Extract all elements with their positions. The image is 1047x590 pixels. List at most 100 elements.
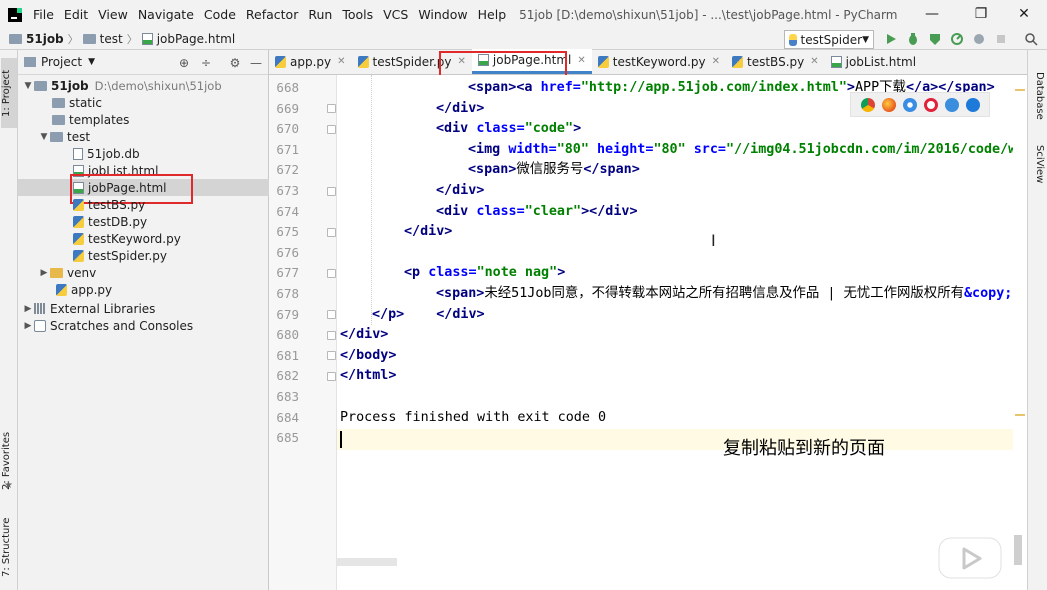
fold-marker-icon[interactable]	[327, 351, 336, 360]
close-icon[interactable]: ✕	[337, 56, 345, 67]
line-number: 683	[276, 389, 299, 404]
fold-marker-icon[interactable]	[327, 104, 336, 113]
tab-testbs-py[interactable]: testBS.py ✕	[726, 49, 825, 74]
minimize-button[interactable]: —	[909, 0, 955, 29]
safari-icon[interactable]	[902, 97, 917, 112]
tree-item-label: 51job	[51, 78, 89, 93]
code-token: </body>	[340, 347, 397, 363]
structure-tool-tab[interactable]: 7: Structure	[1, 508, 17, 586]
close-icon[interactable]: ✕	[577, 55, 585, 66]
code-line-679: </p> </div>	[340, 305, 485, 326]
fold-marker-icon[interactable]	[327, 331, 336, 340]
database-tool-tab[interactable]: Database	[1031, 72, 1045, 122]
menu-run[interactable]: Run	[303, 0, 337, 29]
horizontal-scrollbar[interactable]	[337, 558, 397, 566]
menu-edit[interactable]: Edit	[59, 0, 93, 29]
fold-marker-icon[interactable]	[327, 269, 336, 278]
collapse-all-icon[interactable]: ÷	[199, 56, 213, 70]
code-line-684: Process finished with exit code 0	[340, 408, 606, 429]
menu-vcs[interactable]: VCS	[378, 0, 413, 29]
run-configuration-select[interactable]: testSpider ▼	[784, 30, 874, 49]
chevron-down-icon: ▼	[862, 34, 869, 45]
code-token: >	[557, 265, 566, 281]
hide-icon[interactable]: —	[249, 56, 263, 70]
tree-item-venv[interactable]: ▶ venv	[18, 264, 269, 281]
stop-icon[interactable]	[994, 32, 1008, 46]
tree-item-testspider-py[interactable]: testSpider.py	[18, 247, 269, 264]
tab-testkeyword-py[interactable]: testKeyword.py ✕	[592, 49, 726, 74]
fold-marker-icon[interactable]	[327, 372, 336, 381]
tree-item-label: Scratches and Consoles	[50, 318, 194, 333]
chevron-down-icon[interactable]: ▼	[88, 57, 95, 67]
breadcrumb-root[interactable]: 51job	[6, 32, 67, 46]
fold-marker-icon[interactable]	[327, 125, 336, 134]
menu-window[interactable]: Window	[413, 0, 472, 29]
close-button[interactable]: ✕	[1001, 0, 1047, 29]
code-token: "//img04.51jobcdn.com/im/2016/code/wel	[726, 141, 1023, 157]
error-stripe[interactable]	[1013, 75, 1027, 590]
breadcrumb-file[interactable]: jobPage.html	[139, 32, 239, 46]
menu-tools[interactable]: Tools	[337, 0, 378, 29]
breadcrumb-test[interactable]: test	[80, 32, 126, 46]
close-icon[interactable]: ✕	[712, 56, 720, 67]
tree-item-root[interactable]: ▼ 51job D:\demo\shixun\51job	[18, 77, 269, 94]
fold-marker-icon[interactable]	[327, 310, 336, 319]
open-in-browser-popup	[850, 92, 990, 117]
menu-file[interactable]: File	[28, 0, 59, 29]
code-token: <span>	[436, 286, 485, 301]
firefox-icon[interactable]	[881, 97, 896, 112]
window-title: 51job [D:\demo\shixun\51job] - ...\test\…	[519, 7, 898, 22]
project-panel-title[interactable]: Project	[41, 55, 82, 69]
collapsed-arrow-icon: ▶	[24, 320, 32, 331]
tab-app-py[interactable]: app.py ✕	[269, 49, 352, 74]
tree-item-templates[interactable]: templates	[18, 111, 269, 128]
internet-explorer-icon[interactable]	[944, 97, 959, 112]
close-icon[interactable]: ✕	[810, 56, 818, 67]
warning-marker[interactable]	[1015, 89, 1025, 91]
tree-item-testdb-py[interactable]: testDB.py	[18, 213, 269, 230]
tree-item-app-py[interactable]: app.py	[18, 281, 269, 298]
edge-icon[interactable]	[965, 97, 980, 112]
search-icon[interactable]	[1024, 32, 1038, 46]
gear-icon[interactable]: ⚙	[228, 56, 242, 70]
profile-icon[interactable]	[950, 32, 964, 46]
debug-icon[interactable]	[906, 32, 920, 46]
code-token: "clear"	[524, 203, 582, 219]
python-file-icon	[732, 55, 744, 68]
tab-label: jobList.html	[845, 54, 917, 69]
tree-item-testkeyword-py[interactable]: testKeyword.py	[18, 230, 269, 247]
menu-help[interactable]: Help	[473, 0, 512, 29]
warning-marker[interactable]	[1015, 414, 1025, 416]
project-tool-tab[interactable]: 1: Project	[1, 58, 17, 128]
concurrency-icon[interactable]	[972, 32, 986, 46]
fold-marker-icon[interactable]	[327, 228, 336, 237]
line-number: 671	[276, 141, 299, 157]
locate-icon[interactable]: ⊕	[177, 56, 191, 70]
menu-view[interactable]: View	[93, 0, 133, 29]
run-icon[interactable]	[884, 32, 898, 46]
opera-icon[interactable]	[923, 97, 938, 112]
fold-marker-icon[interactable]	[327, 187, 336, 196]
tree-item-51job-db[interactable]: 51job.db	[18, 145, 269, 162]
tab-joblist-html[interactable]: jobList.html	[825, 49, 922, 74]
tree-item-scratches[interactable]: ▶ Scratches and Consoles	[18, 317, 269, 334]
menu-navigate[interactable]: Navigate	[133, 0, 199, 29]
sciview-tool-tab[interactable]: SciView	[1031, 145, 1045, 193]
tree-item-label: test	[67, 129, 91, 144]
vertical-scrollbar[interactable]	[1014, 535, 1022, 565]
menu-code[interactable]: Code	[199, 0, 241, 29]
chrome-icon[interactable]	[860, 97, 875, 112]
tree-item-external-libraries[interactable]: ▶ External Libraries	[18, 300, 269, 317]
maximize-button[interactable]: ❐	[958, 0, 1004, 29]
tree-item-static[interactable]: static	[18, 94, 269, 111]
mouse-cursor-ibeam-icon: I	[711, 231, 716, 250]
line-number-gutter: 668 669 670 671 672 673 674 675 676 677 …	[269, 75, 337, 590]
tree-item-testbs-py[interactable]: testBS.py	[18, 196, 269, 213]
tree-item-test[interactable]: ▼ test	[18, 128, 269, 145]
menu-refactor[interactable]: Refactor	[241, 0, 303, 29]
python-file-icon	[56, 283, 67, 296]
star-icon: ★	[4, 480, 13, 491]
code-editor[interactable]: <span><a href="http://app.51job.com/inde…	[337, 75, 1023, 590]
coverage-icon[interactable]	[928, 32, 942, 46]
code-line-682: </html>	[340, 366, 396, 387]
